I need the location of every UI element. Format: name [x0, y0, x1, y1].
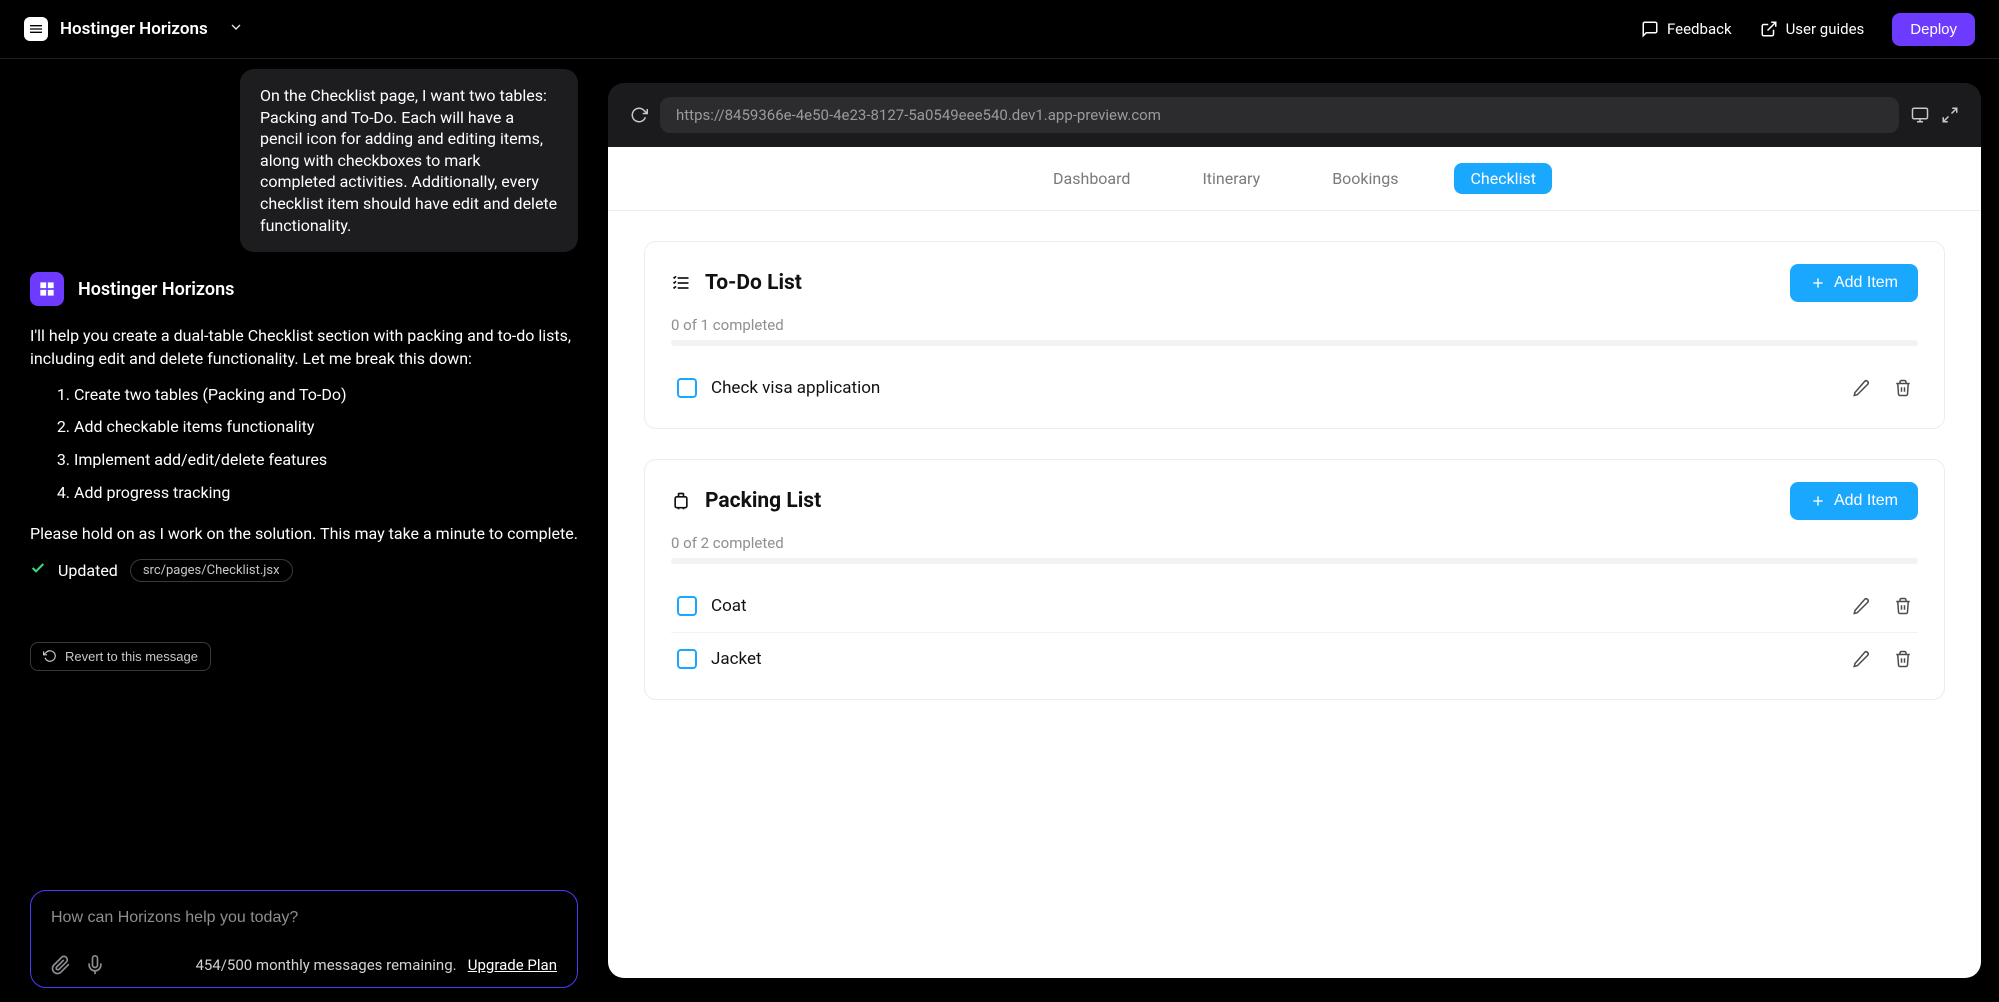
chevron-down-icon [228, 19, 244, 39]
todo-add-button[interactable]: Add Item [1790, 264, 1918, 302]
todo-title: To-Do List [705, 271, 802, 295]
item-text: Check visa application [711, 378, 880, 398]
edit-icon[interactable] [1852, 379, 1870, 397]
composer: 454/500 monthly messages remaining. Upgr… [30, 890, 578, 988]
todo-add-label: Add Item [1834, 274, 1898, 292]
assistant-step: Create two tables (Packing and To-Do) [74, 385, 578, 406]
expand-icon[interactable] [1941, 106, 1959, 124]
todo-list-icon [671, 273, 691, 293]
edit-icon[interactable] [1852, 650, 1870, 668]
assistant-logo-icon [30, 272, 64, 306]
list-item: Jacket [671, 632, 1918, 685]
brand[interactable]: Hostinger Horizons [24, 17, 244, 41]
assistant-message: I'll help you create a dual-table Checkl… [30, 324, 578, 582]
delete-icon[interactable] [1894, 597, 1912, 615]
list-item: Coat [671, 580, 1918, 632]
packing-progress-bar [671, 558, 1918, 564]
messages-remaining: 454/500 monthly messages remaining. [195, 956, 456, 974]
topbar: Hostinger Horizons Feedback User guides … [0, 0, 1999, 59]
message-input[interactable] [51, 909, 557, 927]
item-checkbox[interactable] [677, 649, 697, 669]
user-message: On the Checklist page, I want two tables… [240, 69, 578, 252]
user-guides-link[interactable]: User guides [1760, 20, 1865, 38]
check-icon [30, 560, 46, 580]
tab-checklist[interactable]: Checklist [1454, 163, 1551, 194]
preview-tabs: Dashboard Itinerary Bookings Checklist [608, 147, 1981, 211]
devices-icon[interactable] [1911, 106, 1929, 124]
preview-toolbar: https://8459366e-4e50-4e23-8127-5a0549ee… [608, 83, 1981, 147]
item-text: Jacket [711, 649, 762, 669]
feedback-label: Feedback [1667, 20, 1732, 38]
luggage-icon [671, 491, 691, 511]
item-checkbox[interactable] [677, 378, 697, 398]
assistant-outro: Please hold on as I work on the solution… [30, 522, 578, 545]
composer-status: 454/500 monthly messages remaining. Upgr… [195, 956, 557, 974]
packing-add-button[interactable]: Add Item [1790, 482, 1918, 520]
delete-icon[interactable] [1894, 650, 1912, 668]
top-links: Feedback User guides Deploy [1641, 13, 1975, 46]
preview-panel: https://8459366e-4e50-4e23-8127-5a0549ee… [608, 59, 1999, 1002]
upgrade-link[interactable]: Upgrade Plan [468, 956, 557, 974]
item-checkbox[interactable] [677, 596, 697, 616]
updated-label: Updated [58, 561, 118, 580]
deploy-button[interactable]: Deploy [1892, 13, 1975, 46]
assistant-intro: I'll help you create a dual-table Checkl… [30, 324, 578, 370]
tab-itinerary[interactable]: Itinerary [1186, 163, 1276, 194]
brand-logo-icon [24, 17, 48, 41]
brand-name: Hostinger Horizons [60, 19, 208, 39]
preview-url: https://8459366e-4e50-4e23-8127-5a0549ee… [676, 106, 1161, 124]
delete-icon[interactable] [1894, 379, 1912, 397]
list-item: Check visa application [671, 362, 1918, 414]
edit-icon[interactable] [1852, 597, 1870, 615]
mic-icon[interactable] [85, 955, 105, 975]
revert-label: Revert to this message [65, 649, 198, 664]
chat-panel: On the Checklist page, I want two tables… [0, 59, 608, 1002]
user-guides-label: User guides [1786, 20, 1865, 38]
tab-dashboard[interactable]: Dashboard [1037, 163, 1146, 194]
reload-icon[interactable] [630, 106, 648, 124]
packing-title: Packing List [705, 489, 821, 513]
feedback-link[interactable]: Feedback [1641, 20, 1732, 38]
packing-card: Packing List Add Item 0 of 2 completed C… [644, 459, 1945, 700]
assistant-step: Add checkable items functionality [74, 417, 578, 438]
assistant-name: Hostinger Horizons [78, 279, 234, 300]
assistant-step: Add progress tracking [74, 483, 578, 504]
todo-progress-bar [671, 340, 1918, 346]
revert-button[interactable]: Revert to this message [30, 642, 211, 671]
packing-add-label: Add Item [1834, 492, 1898, 510]
assistant-step: Implement add/edit/delete features [74, 450, 578, 471]
attach-icon[interactable] [51, 955, 71, 975]
item-text: Coat [711, 596, 747, 616]
todo-card: To-Do List Add Item 0 of 1 completed Che… [644, 241, 1945, 429]
packing-progress: 0 of 2 completed [671, 534, 1918, 552]
todo-progress: 0 of 1 completed [671, 316, 1918, 334]
updated-file: src/pages/Checklist.jsx [130, 559, 293, 582]
tab-bookings[interactable]: Bookings [1316, 163, 1414, 194]
address-bar[interactable]: https://8459366e-4e50-4e23-8127-5a0549ee… [660, 97, 1899, 133]
updated-row: Updated src/pages/Checklist.jsx [30, 559, 578, 582]
